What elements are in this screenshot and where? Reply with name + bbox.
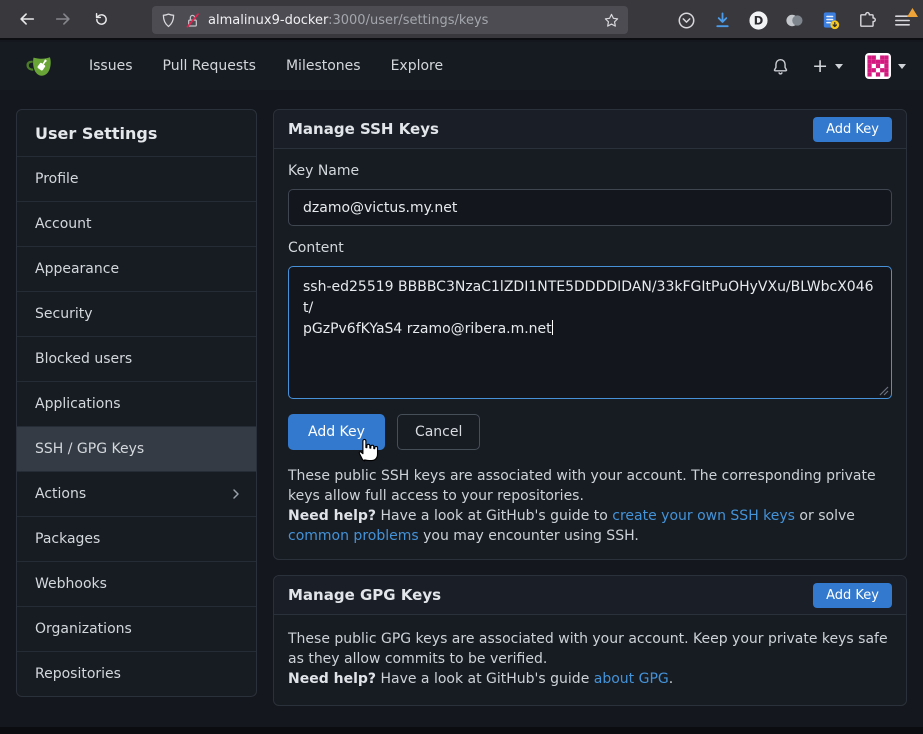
sidebar-item-ssh-gpg-keys[interactable]: SSH / GPG Keys [17,426,256,471]
cancel-button[interactable]: Cancel [397,414,480,450]
textarea-resize-handle[interactable] [879,386,889,396]
back-arrow-icon [21,14,33,24]
reader-doc-icon[interactable] [818,8,842,32]
url-host: almalinux9-docker [208,13,328,28]
sidebar-item-repositories[interactable]: Repositories [17,651,256,696]
sidebar-item-blocked-users[interactable]: Blocked users [17,336,256,381]
update-badge-icon [907,8,918,17]
sidebar-item-account[interactable]: Account [17,201,256,246]
forward-arrow-icon [57,14,69,24]
sidebar-item-packages[interactable]: Packages [17,516,256,561]
nav-item-issues[interactable]: Issues [89,58,133,74]
ssh-panel-title: Manage SSH Keys [288,120,439,138]
manage-gpg-keys-panel: Manage GPG Keys Add Key These public GPG… [273,575,907,706]
caret-down-icon [898,64,906,69]
ssh-add-key-toggle-button[interactable]: Add Key [813,117,892,142]
gpg-panel-title: Manage GPG Keys [288,586,441,604]
ssh-need-help-label: Need help? [288,508,376,524]
content-label: Content [288,238,892,258]
browser-toolbar: almalinux9-docker:3000/user/settings/key… [0,0,923,40]
manage-ssh-keys-panel: Manage SSH Keys Add Key Key Name Content… [273,109,907,560]
sidebar-item-actions[interactable]: Actions [17,471,256,516]
text-caret [552,320,553,335]
caret-down-icon [835,64,843,69]
sidebar-item-profile[interactable]: Profile [17,156,256,201]
common-problems-link[interactable]: common problems [288,528,419,544]
sidebar-item-applications[interactable]: Applications [17,381,256,426]
sidebar-item-security[interactable]: Security [17,291,256,336]
forward-button[interactable] [48,5,78,33]
user-avatar-identicon [865,53,891,79]
ssh-help-text: These public SSH keys are associated wit… [288,466,892,546]
url-bar[interactable]: almalinux9-docker:3000/user/settings/key… [152,6,628,34]
gpg-add-key-toggle-button[interactable]: Add Key [813,583,892,608]
sidebar-title: User Settings [17,110,256,156]
duckduckgo-badge-icon[interactable]: D [746,8,770,32]
sidebar-item-webhooks[interactable]: Webhooks [17,561,256,606]
sidebar-item-organizations[interactable]: Organizations [17,606,256,651]
create-new-dropdown[interactable]: + [812,57,843,76]
extensions-puzzle-icon[interactable] [854,8,878,32]
svg-text:D: D [753,13,763,27]
settings-sidebar: User Settings Profile Account Appearance… [16,109,257,697]
key-content-line2: pGzPv6fKYaS4 rzamo@ribera.m.net [303,321,552,337]
pocket-icon[interactable] [674,8,698,32]
bookmark-star-icon[interactable] [603,12,620,29]
user-menu-dropdown[interactable] [865,53,906,79]
plus-icon: + [812,57,828,76]
notifications-bell-icon[interactable] [771,57,790,76]
chevron-right-icon [230,488,242,500]
gpg-help-text: These public GPG keys are associated wit… [288,629,892,689]
key-content-textarea[interactable]: ssh-ed25519 BBBBC3NzaC1lZDI1NTE5DDDDIDAN… [288,266,892,399]
menu-hamburger-icon[interactable] [890,8,914,32]
gitea-navbar: Issues Pull Requests Milestones Explore … [0,42,923,90]
add-key-submit-button[interactable]: Add Key [288,414,385,450]
window-bottom-edge [0,727,923,734]
insecure-lock-icon[interactable] [184,12,201,29]
key-name-input[interactable] [288,189,892,226]
key-name-label: Key Name [288,161,892,181]
containers-icon[interactable] [782,8,806,32]
url-path: :3000/user/settings/keys [328,13,488,28]
nav-item-milestones[interactable]: Milestones [286,58,361,74]
gpg-need-help-label: Need help? [288,671,376,687]
shield-icon[interactable] [160,12,177,29]
extension-toolbar: D [668,0,920,40]
downloads-icon[interactable] [710,8,734,32]
back-button[interactable] [12,5,42,33]
nav-item-pull-requests[interactable]: Pull Requests [163,58,256,74]
key-content-line1: ssh-ed25519 BBBBC3NzaC1lZDI1NTE5DDDDIDAN… [303,277,877,319]
create-ssh-keys-link[interactable]: create your own SSH keys [612,508,795,524]
url-text: almalinux9-docker:3000/user/settings/key… [208,13,596,28]
nav-item-explore[interactable]: Explore [391,58,444,74]
about-gpg-link[interactable]: about GPG [594,671,669,687]
sidebar-item-appearance[interactable]: Appearance [17,246,256,291]
gitea-logo[interactable] [25,51,56,82]
reload-button[interactable] [86,5,116,33]
